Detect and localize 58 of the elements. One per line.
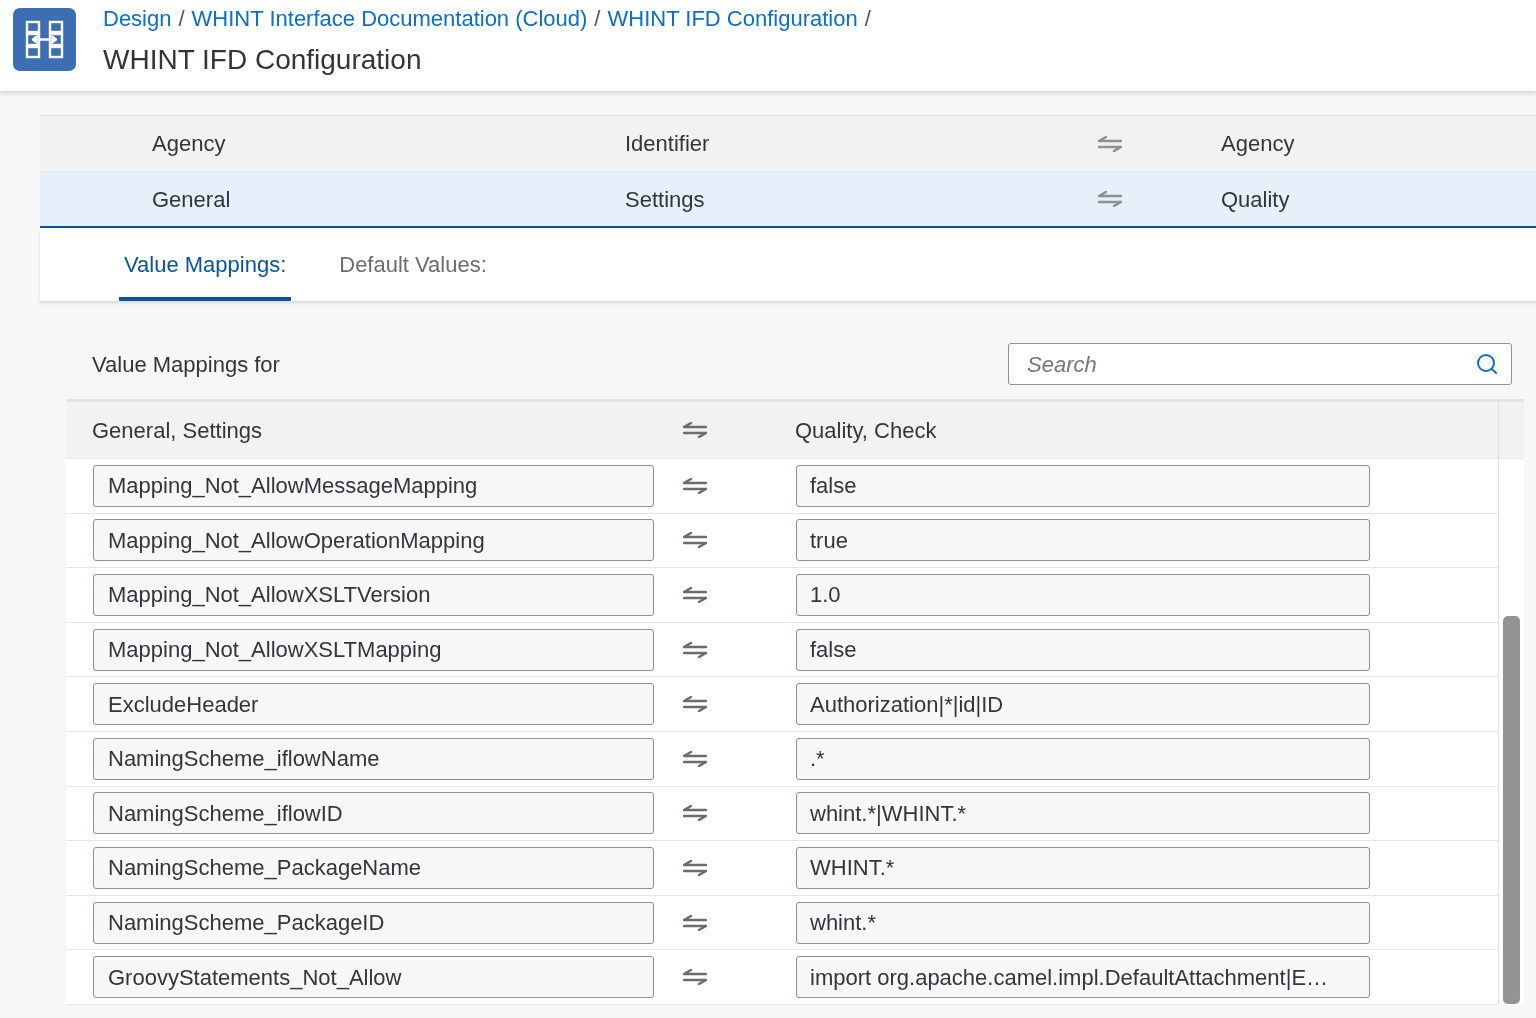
breadcrumb-link[interactable]: WHINT IFD Configuration [607, 6, 858, 32]
table-row[interactable]: Agency Identifier Agency [40, 116, 1536, 172]
input-field[interactable]: NamingScheme_iflowID [93, 792, 654, 835]
swap-arrows-icon [683, 969, 707, 986]
swap-arrows-icon [683, 750, 707, 767]
input-field[interactable]: whint.*|WHINT.* [796, 792, 1370, 835]
app-logo-icon [13, 8, 76, 71]
swap-arrows-icon [683, 477, 707, 494]
swap-arrows-icon [1098, 191, 1122, 207]
table-cell-text: Agency [1221, 130, 1295, 158]
scrollbar-thumb[interactable] [1503, 615, 1520, 1004]
swap-arrows-icon [683, 805, 707, 822]
table-cell-text: Identifier [625, 130, 710, 158]
section-title: Value Mappings for [92, 350, 280, 379]
search-placeholder: Search [1027, 350, 1098, 379]
input-field[interactable]: Mapping_Not_AllowOperationMapping [93, 519, 654, 562]
swap-arrows-icon [683, 914, 707, 931]
input-field[interactable]: WHINT.* [796, 846, 1370, 889]
table-cell-text: Settings [625, 185, 705, 214]
breadcrumb-separator: / [594, 6, 601, 32]
swap-arrows-icon [683, 587, 707, 603]
breadcrumb-separator: / [864, 6, 871, 32]
swap-arrows-icon [683, 696, 707, 713]
input-field[interactable]: Mapping_Not_AllowXSLTMapping [93, 628, 654, 671]
table-row[interactable]: General Settings Quality [40, 172, 1536, 228]
input-field[interactable]: true [796, 519, 1370, 562]
input-field[interactable]: false [796, 464, 1370, 507]
input-field[interactable]: false [796, 628, 1370, 671]
input-field[interactable]: NamingScheme_PackageName [93, 846, 654, 889]
breadcrumb-link[interactable]: WHINT Interface Documentation (Cloud) [191, 6, 588, 32]
input-field[interactable]: ExcludeHeader [93, 683, 654, 726]
tab[interactable]: Default Values: [334, 228, 492, 301]
input-field[interactable]: Mapping_Not_AllowXSLTVersion [93, 574, 654, 616]
page-title: WHINT IFD Configuration [103, 44, 423, 76]
input-field[interactable]: NamingScheme_PackageID [93, 901, 654, 944]
table-cell-text: General [152, 185, 231, 214]
column-header: Quality, Check [795, 416, 937, 445]
input-field[interactable]: .* [796, 737, 1370, 780]
input-field[interactable]: whint.* [796, 901, 1370, 944]
swap-arrows-icon [683, 532, 707, 549]
input-field[interactable]: Authorization|*|id|ID [796, 683, 1370, 726]
table-cell-text: Agency [152, 130, 226, 158]
breadcrumb-separator: / [178, 6, 185, 32]
input-field[interactable]: Mapping_Not_AllowMessageMapping [93, 464, 654, 507]
search-field[interactable]: Search [1008, 343, 1512, 385]
column-header: General, Settings [92, 416, 263, 445]
tab[interactable]: Value Mappings: [119, 228, 292, 301]
input-field[interactable]: import org.apache.camel.impl.DefaultAttachment|E… [796, 956, 1370, 999]
table-cell-text: Quality [1221, 185, 1290, 214]
input-field[interactable]: NamingScheme_iflowName [93, 737, 654, 780]
search-icon[interactable] [1475, 352, 1499, 376]
input-field[interactable]: 1.0 [796, 574, 1370, 616]
swap-arrows-icon [683, 641, 707, 658]
swap-arrows-icon [683, 859, 707, 876]
input-field[interactable]: GroovyStatements_Not_Allow [93, 956, 654, 999]
swap-arrows-icon [683, 422, 707, 438]
swap-arrows-icon [1098, 135, 1122, 152]
breadcrumb-link[interactable]: Design [103, 6, 172, 32]
